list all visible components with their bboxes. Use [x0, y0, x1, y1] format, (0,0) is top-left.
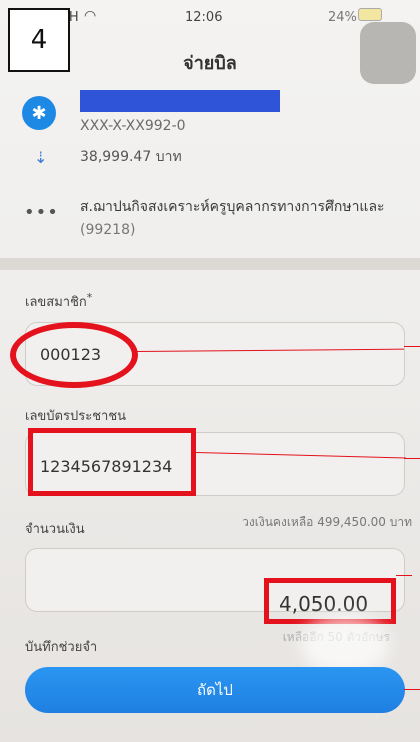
wifi-icon: ◠	[84, 8, 97, 24]
required-mark: *	[86, 291, 93, 304]
account-name-redaction	[80, 90, 280, 112]
bill-payment-screen: E-H ◠ 12:06 24% 4 จ่ายบิล ✱ XXX-X-XX992-…	[0, 0, 420, 742]
pointer-tick-member-no	[404, 346, 420, 347]
arrow-down-icon: ⇣	[34, 148, 48, 167]
citizen-id-label: เลขบัตรประชาชน	[25, 409, 127, 424]
member-no-label: เลขสมาชิก*	[25, 291, 92, 312]
payee-name: ส.ฌาปนกิจสงเคราะห์ครูบุคลากรทางการศึกษาแ…	[80, 199, 385, 215]
memo-label: บันทึกช่วยจำ	[25, 640, 98, 655]
pointer-line-amount	[396, 575, 412, 576]
pointer-tick-next	[404, 689, 420, 690]
next-button[interactable]: ถัดไป	[25, 667, 405, 713]
battery-percent: 24%	[328, 10, 357, 25]
from-account-number: XXX-X-XX992-0	[80, 118, 186, 134]
battery-icon	[358, 8, 382, 21]
pointer-tick-citizen-id	[404, 458, 420, 459]
more-icon[interactable]: •••	[24, 202, 59, 223]
assistive-touch-button[interactable]	[360, 22, 416, 84]
photo-glare	[300, 615, 390, 675]
section-divider	[0, 258, 420, 270]
payee-code: (99218)	[80, 222, 136, 238]
highlight-box-citizen-id	[28, 428, 196, 496]
amount-limit-note: วงเงินคงเหลือ 499,450.00 บาท	[242, 515, 412, 529]
highlight-ellipse-member-no	[10, 322, 138, 388]
from-account-balance: 38,999.47 บาท	[80, 149, 182, 165]
member-no-label-text: เลขสมาชิก	[25, 295, 87, 310]
page-title: จ่ายบิล	[183, 53, 237, 74]
bank-logo-icon: ✱	[22, 96, 56, 130]
clock: 12:06	[185, 10, 223, 25]
amount-label: จำนวนเงิน	[25, 522, 85, 537]
